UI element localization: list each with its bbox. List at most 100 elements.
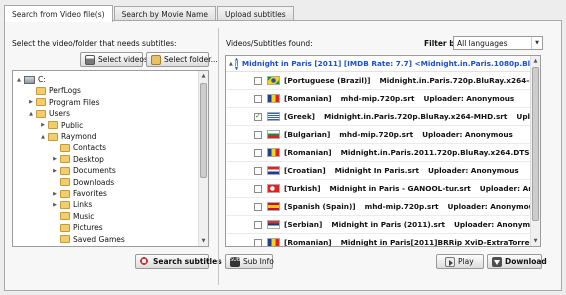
movie-header-row[interactable]: ▲ i Midnight in Paris [2011] [IMDB Rate:…: [226, 56, 540, 72]
results-label: Videos/Subtitles found:: [226, 39, 313, 48]
search-subtitles-button[interactable]: Search subtitles: [135, 254, 222, 269]
folder-icon: [36, 86, 46, 95]
tree-item[interactable]: ▶ Links: [52, 199, 92, 210]
tree-item[interactable]: Saved Games: [52, 234, 125, 245]
search-icon: [140, 256, 150, 267]
scroll-down-arrow-icon[interactable]: ▼: [199, 236, 208, 246]
result-filename: Midnight.in.Paris.720p.BluRay.x264-MHD.s…: [324, 112, 508, 121]
tree-item-label: Program Files: [49, 97, 100, 107]
subtitle-result-row[interactable]: [Romanian] Midnight.in.Paris.2011.720p.Bl…: [226, 144, 532, 162]
scroll-up-arrow-icon[interactable]: ▲: [531, 56, 540, 66]
tree-item[interactable]: ▶ Favorites: [52, 188, 107, 199]
tree-item[interactable]: Pictures: [52, 222, 103, 233]
video-folder-instruction: Select the video/folder that needs subti…: [12, 39, 177, 48]
tree-item[interactable]: ▲ Raymond: [40, 131, 96, 142]
result-checkbox[interactable]: [254, 220, 262, 229]
subtitle-result-row[interactable]: [Turkish] Midnight in Paris - GANOOL-tur.…: [226, 180, 532, 198]
subtitle-result-row[interactable]: [Spanish (Spain)] mhd-mip.720p.srt Uploade…: [226, 198, 532, 216]
subtitle-result-row[interactable]: [Serbian] Midnight in Paris (2011).srt Upl…: [226, 216, 532, 234]
info-icon: i: [234, 57, 238, 70]
tree-item[interactable]: ▶ Documents: [52, 165, 116, 176]
tree-item[interactable]: ▶ Desktop: [52, 154, 104, 165]
result-uploader: Uploader: Anonymous: [447, 202, 532, 211]
expand-arrow-icon[interactable]: ▶: [52, 191, 58, 197]
tree-item-label: Public: [61, 120, 84, 130]
tree-item[interactable]: ▶ Public: [40, 120, 83, 131]
brazil-flag-icon: [267, 76, 280, 85]
tab-upload-subtitles[interactable]: Upload subtitles: [217, 6, 294, 21]
result-checkbox[interactable]: [254, 76, 262, 85]
results-scrollbar[interactable]: ▲ ▼: [530, 56, 540, 246]
romania-flag-icon: [267, 148, 280, 157]
tree-item[interactable]: ▲ Users: [28, 108, 70, 119]
movie-header-text: Midnight in Paris [2011] [IMDB Rate: 7.7…: [241, 59, 541, 68]
tree-item[interactable]: ▲ C:: [16, 74, 46, 85]
tree-item-label: PerfLogs: [49, 86, 81, 96]
tree-item-label: Contacts: [73, 143, 107, 153]
folder-icon: [36, 98, 46, 107]
result-language: [Romanian]: [284, 238, 332, 247]
tree-item-label: Desktop: [73, 154, 104, 164]
expand-arrow-icon[interactable]: ▲: [16, 77, 22, 83]
folder-tree[interactable]: ▲ C: PerfLogs ▶ Program Files ▲ Users ▶ Public ▲ R…: [12, 70, 209, 247]
expand-arrow-icon[interactable]: ▶: [40, 122, 46, 128]
expand-arrow-icon[interactable]: ▶: [28, 99, 34, 105]
result-filename: Midnight.in.Paris.2011.720p.BluRay.x264.…: [340, 148, 532, 157]
folder-tree-scrollbar[interactable]: ▲ ▼: [198, 71, 208, 246]
scrollbar-thumb[interactable]: [532, 67, 539, 221]
sub-info-button[interactable]: SUB Sub Info: [225, 254, 274, 269]
result-checkbox[interactable]: [254, 94, 262, 103]
subtitle-info-icon: SUB: [230, 256, 240, 267]
tree-item[interactable]: ▶ Program Files: [28, 97, 100, 108]
result-filename: Midnight in Paris[2011]BRRip XviD-ExtraT…: [340, 238, 532, 247]
result-checkbox[interactable]: [254, 130, 262, 139]
tree-item[interactable]: Contacts: [52, 142, 106, 153]
scrollbar-thumb[interactable]: [200, 83, 207, 178]
play-button[interactable]: Play: [436, 254, 484, 269]
subtitle-result-row[interactable]: [Romanian] mhd-mip.720p.srt Uploader: Anon…: [226, 90, 532, 108]
expand-arrow-icon[interactable]: ▶: [52, 168, 58, 174]
tab-search-from-video[interactable]: Search from Video file(s): [4, 5, 113, 22]
tree-item-label: Music: [73, 211, 95, 221]
tree-item[interactable]: Downloads: [52, 177, 114, 188]
subtitle-result-row[interactable]: [Romanian] Midnight in Paris[2011]BRRip X…: [226, 234, 532, 247]
result-uploader: Uploader: Anonymous: [453, 220, 532, 229]
collapse-arrow-icon[interactable]: ▲: [229, 61, 233, 67]
result-checkbox[interactable]: ✓: [254, 112, 262, 121]
subtitle-result-row[interactable]: [Croatian] Midnight In Paris.srt Uploader:…: [226, 162, 532, 180]
expand-arrow-icon[interactable]: ▶: [52, 156, 58, 162]
tab-search-by-movie-name[interactable]: Search by Movie Name: [113, 6, 217, 21]
select-folder-button[interactable]: Select folder...: [146, 52, 218, 67]
croatia-flag-icon: [267, 166, 280, 175]
folder-icon: [60, 155, 70, 164]
expand-arrow-icon[interactable]: ▲: [28, 111, 34, 117]
subtitle-result-row[interactable]: ✓ [Greek] Midnight.in.Paris.720p.BluRay.x2…: [226, 108, 532, 126]
language-filter-value: All languages: [457, 38, 508, 48]
result-filename: Midnight in Paris - GANOOL-tur.srt: [329, 184, 471, 193]
result-uploader: Uploader: Anonymous: [427, 166, 519, 175]
result-checkbox[interactable]: [254, 148, 262, 157]
drive-icon: [24, 75, 35, 84]
subtitle-result-row[interactable]: [Portuguese (Brazil)] Midnight.in.Paris.7…: [226, 72, 532, 90]
tree-item[interactable]: Music: [52, 211, 94, 222]
select-folder-label: Select folder...: [164, 55, 218, 64]
tree-item[interactable]: PerfLogs: [28, 85, 81, 96]
tree-item-label: Downloads: [73, 177, 115, 187]
tree-item-label: Saved Games: [73, 234, 125, 244]
result-checkbox[interactable]: [254, 166, 262, 175]
expand-arrow-icon[interactable]: ▶: [52, 202, 58, 208]
tree-item-label: C:: [38, 75, 46, 84]
subtitle-result-row[interactable]: [Bulgarian] mhd-mip.720p.srt Uploader: Ano…: [226, 126, 532, 144]
download-button[interactable]: Download: [487, 254, 547, 269]
select-videos-button[interactable]: Select videos...: [80, 52, 155, 67]
scroll-down-arrow-icon[interactable]: ▼: [531, 236, 540, 246]
chevron-down-icon[interactable]: ▼: [531, 37, 542, 49]
language-filter-select[interactable]: All languages ▼: [453, 36, 543, 50]
subtitle-results-list[interactable]: ▲ i Midnight in Paris [2011] [IMDB Rate:…: [225, 55, 541, 247]
result-checkbox[interactable]: [254, 184, 262, 193]
result-checkbox[interactable]: [254, 202, 262, 211]
scroll-up-arrow-icon[interactable]: ▲: [199, 71, 208, 81]
video-file-icon: [85, 54, 95, 65]
expand-arrow-icon[interactable]: ▲: [40, 134, 46, 140]
result-checkbox[interactable]: [254, 238, 262, 246]
